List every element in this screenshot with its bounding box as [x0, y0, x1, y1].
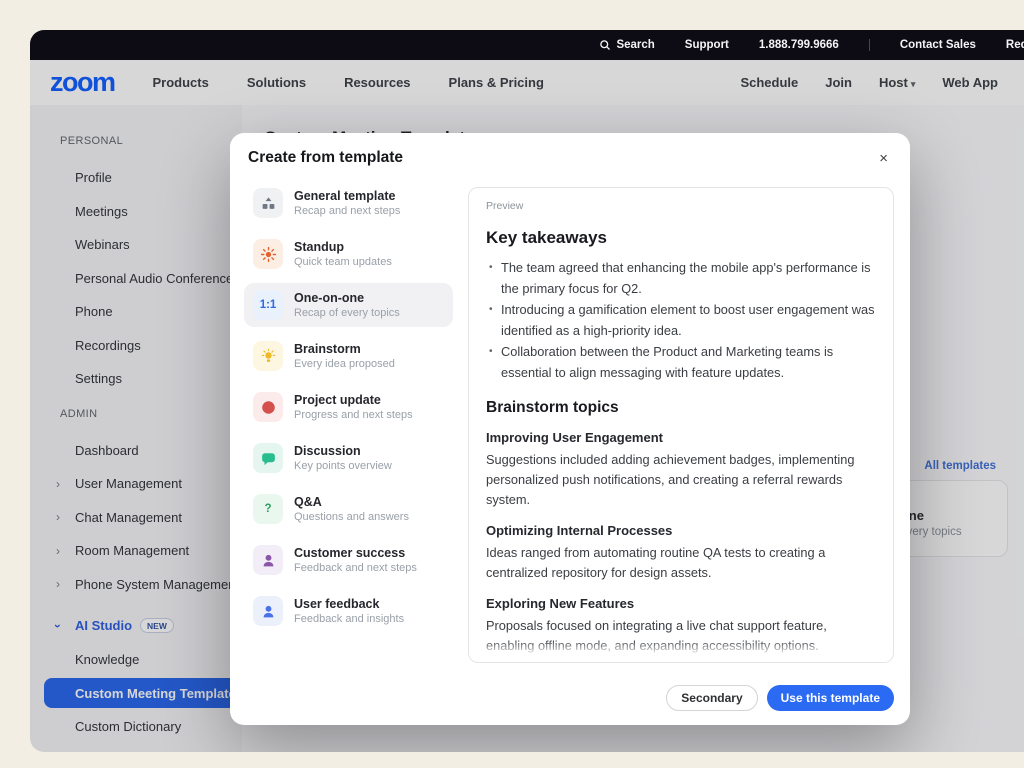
template-description: Feedback and next steps [294, 561, 417, 575]
create-from-template-modal: Create from template × General template … [230, 133, 910, 725]
org-chart-icon [253, 188, 283, 218]
search-button[interactable]: Search [599, 39, 654, 51]
one-on-one-icon: 1:1 [253, 290, 283, 320]
template-description: Recap and next steps [294, 204, 400, 218]
template-name: Customer success [294, 545, 417, 561]
template-description: Recap of every topics [294, 306, 400, 320]
preview-section: Optimizing Internal Processes Ideas rang… [486, 523, 876, 583]
contact-sales-link[interactable]: Contact Sales [900, 39, 976, 51]
close-icon[interactable]: × [879, 151, 888, 166]
takeaway-item: Collaboration between the Product and Ma… [486, 342, 876, 383]
takeaway-item: The team agreed that enhancing the mobil… [486, 258, 876, 299]
template-name: Brainstorm [294, 341, 395, 357]
template-list-item[interactable]: General template Recap and next steps [244, 181, 453, 225]
template-list-item[interactable]: Project update Progress and next steps [244, 385, 453, 429]
template-list-item[interactable]: 1:1 One-on-one Recap of every topics [244, 283, 453, 327]
use-this-template-button[interactable]: Use this template [767, 685, 894, 711]
section-heading: Improving User Engagement [486, 430, 876, 445]
secondary-button[interactable]: Secondary [666, 685, 757, 711]
template-description: Key points overview [294, 459, 392, 473]
section-body: Suggestions included adding achievement … [486, 450, 876, 510]
person-ribbon-icon [253, 545, 283, 575]
browser-window: Search Support 1.888.799.9666 Contact Sa… [30, 30, 1024, 752]
screenshot-root: { "colors": { "brand_blue": "#0b5cff", "… [0, 0, 1024, 768]
support-link[interactable]: Support [685, 39, 729, 51]
template-name: User feedback [294, 596, 404, 612]
question-icon: ? [253, 494, 283, 524]
template-list-item[interactable]: Brainstorm Every idea proposed [244, 334, 453, 378]
template-description: Questions and answers [294, 510, 409, 524]
template-description: Feedback and insights [294, 612, 404, 626]
preview-label: Preview [486, 200, 876, 212]
modal-header: Create from template × [230, 133, 910, 167]
template-name: Project update [294, 392, 413, 408]
modal-footer: Secondary Use this template [666, 685, 894, 711]
lightbulb-icon [253, 341, 283, 371]
template-list-item[interactable]: Customer success Feedback and next steps [244, 538, 453, 582]
template-name: General template [294, 188, 400, 204]
template-description: Quick team updates [294, 255, 392, 269]
template-list-item[interactable]: Discussion Key points overview [244, 436, 453, 480]
modal-title: Create from template [248, 149, 403, 167]
template-description: Every idea proposed [294, 357, 395, 371]
search-icon [599, 39, 611, 51]
key-takeaways-list: The team agreed that enhancing the mobil… [486, 258, 876, 383]
template-name: Standup [294, 239, 392, 255]
preview-bottom-fade [470, 640, 892, 662]
brainstorm-sections: Improving User Engagement Suggestions in… [486, 430, 876, 656]
person-icon [253, 596, 283, 626]
modal-body: General template Recap and next steps St… [244, 181, 894, 669]
template-name: Discussion [294, 443, 392, 459]
template-name: Q&A [294, 494, 409, 510]
search-label: Search [616, 39, 654, 51]
template-list: General template Recap and next steps St… [244, 181, 468, 669]
section-body: Ideas ranged from automating routine QA … [486, 543, 876, 583]
template-description: Progress and next steps [294, 408, 413, 422]
request-demo-link[interactable]: Request a Demo [1006, 39, 1024, 51]
template-preview-panel: Preview Key takeaways The team agreed th… [468, 187, 894, 663]
preview-heading-key-takeaways: Key takeaways [486, 228, 876, 248]
template-list-item[interactable]: User feedback Feedback and insights [244, 589, 453, 633]
section-heading: Exploring New Features [486, 596, 876, 611]
preview-heading-brainstorm-topics: Brainstorm topics [486, 399, 876, 417]
sun-icon [253, 239, 283, 269]
template-list-item[interactable]: Standup Quick team updates [244, 232, 453, 276]
top-utility-bar: Search Support 1.888.799.9666 Contact Sa… [30, 30, 1024, 60]
template-name: One-on-one [294, 290, 400, 306]
chat-bubble-icon [253, 443, 283, 473]
topbar-divider [869, 39, 870, 51]
section-heading: Optimizing Internal Processes [486, 523, 876, 538]
target-icon [253, 392, 283, 422]
preview-section: Improving User Engagement Suggestions in… [486, 430, 876, 510]
sales-phone-number[interactable]: 1.888.799.9666 [759, 39, 839, 51]
template-list-item[interactable]: ? Q&A Questions and answers [244, 487, 453, 531]
takeaway-item: Introducing a gamification element to bo… [486, 300, 876, 341]
